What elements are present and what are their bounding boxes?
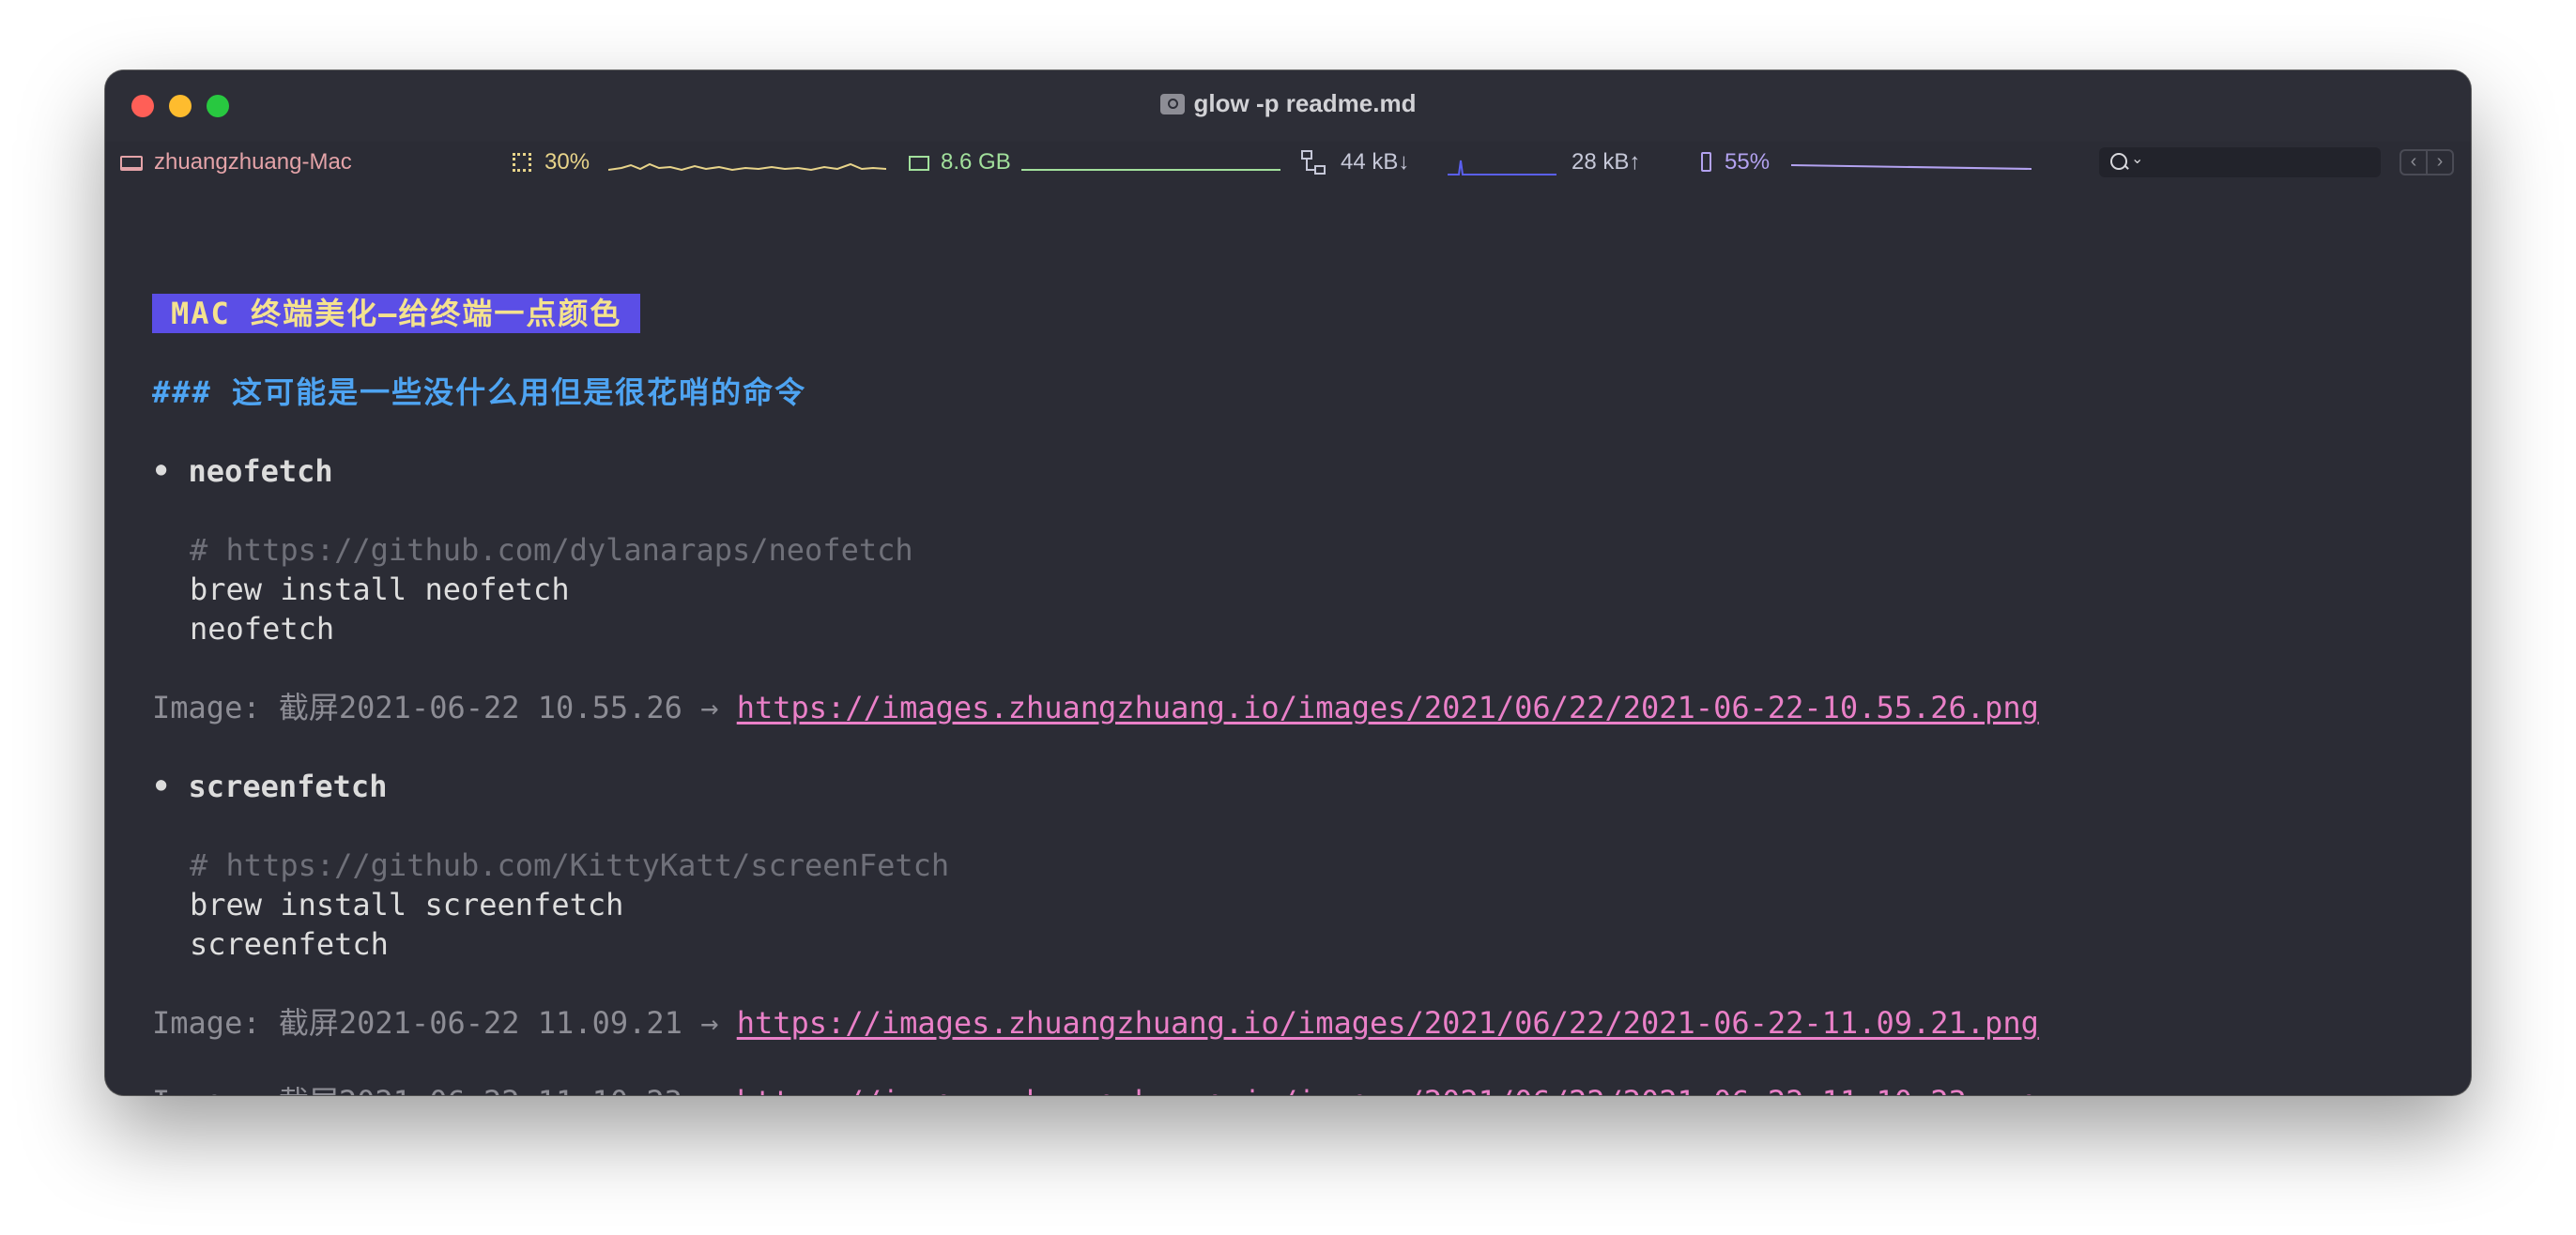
window-title: glow -p readme.md (1193, 89, 1417, 117)
image-reference: Image: 截屏2021-06-22 11.09.21 → https://i… (152, 1003, 2039, 1043)
network-up-item: 28 kB↑ (1572, 149, 1640, 175)
memory-usage: 8.6 GB (941, 149, 1011, 175)
previous-match-button[interactable]: ‹ (2400, 149, 2428, 175)
terminal-window: glow -p readme.md zhuangzhuang-Mac 30% 8… (105, 70, 2471, 1095)
network-down-item: 44 kB↓ (1301, 149, 1409, 175)
heading-1: MAC 终端美化—给终端一点颜色 (152, 294, 641, 333)
chevron-down-icon[interactable]: ⌄ (2131, 149, 2143, 168)
cpu-sparkline (608, 162, 886, 172)
memory-sparkline (1021, 169, 1280, 171)
title-bar[interactable]: glow -p readme.md (105, 70, 2471, 142)
arrow-icon: → (700, 690, 719, 725)
cpu-item: 30% (513, 149, 590, 175)
cpu-usage: 30% (544, 149, 590, 175)
code-line: brew install screenfetch (190, 887, 624, 922)
list-item-title: neofetch (188, 453, 333, 489)
network-up-rate: 28 kB↑ (1572, 149, 1641, 175)
code-line: neofetch (190, 611, 335, 647)
battery-item: 55% (1701, 149, 1770, 175)
network-icon (1301, 150, 1326, 175)
image-label: Image: 截屏2021-06-22 11.09.21 (152, 1005, 682, 1041)
search-icon (2110, 153, 2127, 170)
image-reference: Image: 截屏2021-06-22 10.55.26 → https://i… (152, 688, 2039, 727)
laptop-icon (120, 156, 143, 171)
cpu-icon (513, 153, 531, 172)
bullet-icon: • (152, 453, 171, 489)
network-sparkline (1448, 160, 1556, 175)
list-item: • neofetch (152, 451, 333, 491)
network-down-rate: 44 kB↓ (1341, 149, 1410, 175)
image-link[interactable]: https://images.zhuangzhuang.io/images/20… (737, 1005, 2039, 1041)
code-comment: # https://github.com/dylanaraps/neofetch (190, 532, 913, 568)
image-label: Image: 截屏2021-06-22 10.55.26 (152, 690, 682, 725)
code-line: brew install neofetch (190, 572, 570, 607)
next-match-button[interactable]: › (2426, 149, 2454, 175)
list-item-title: screenfetch (188, 769, 388, 804)
code-comment: # https://github.com/KittyKatt/screenFet… (190, 847, 950, 883)
image-link[interactable]: https://images.zhuangzhuang.io/images/20… (737, 1084, 2039, 1095)
bullet-icon: • (152, 769, 171, 804)
arrow-icon: → (700, 1084, 718, 1095)
hostname: zhuangzhuang-Mac (154, 149, 352, 175)
image-link[interactable]: https://images.zhuangzhuang.io/images/20… (737, 690, 2039, 725)
terminal-content[interactable]: MAC 终端美化—给终端一点颜色 ### 这可能是一些没什么用但是很花哨的命令 … (105, 183, 2471, 1095)
memory-item: 8.6 GB (909, 149, 1011, 175)
memory-icon (909, 156, 929, 171)
hostname-item: zhuangzhuang-Mac (120, 149, 352, 175)
window-title-container: glow -p readme.md (105, 89, 2471, 118)
image-label: Image: 截屏2021-06-22 11.10.23 (152, 1084, 682, 1095)
image-reference: Image: 截屏2021-06-22 11.10.23 → https://i… (152, 1082, 2039, 1095)
battery-sparkline (1791, 164, 2032, 170)
heading-3: ### 这可能是一些没什么用但是很花哨的命令 (152, 374, 807, 410)
search-field[interactable]: ⌄ (2099, 147, 2381, 177)
battery-icon (1701, 152, 1711, 172)
battery-level: 55% (1725, 149, 1771, 175)
code-line: screenfetch (190, 926, 389, 962)
arrow-icon: → (700, 1005, 719, 1041)
terminal-search-icon (1159, 94, 1185, 114)
list-item: • screenfetch (152, 767, 387, 806)
